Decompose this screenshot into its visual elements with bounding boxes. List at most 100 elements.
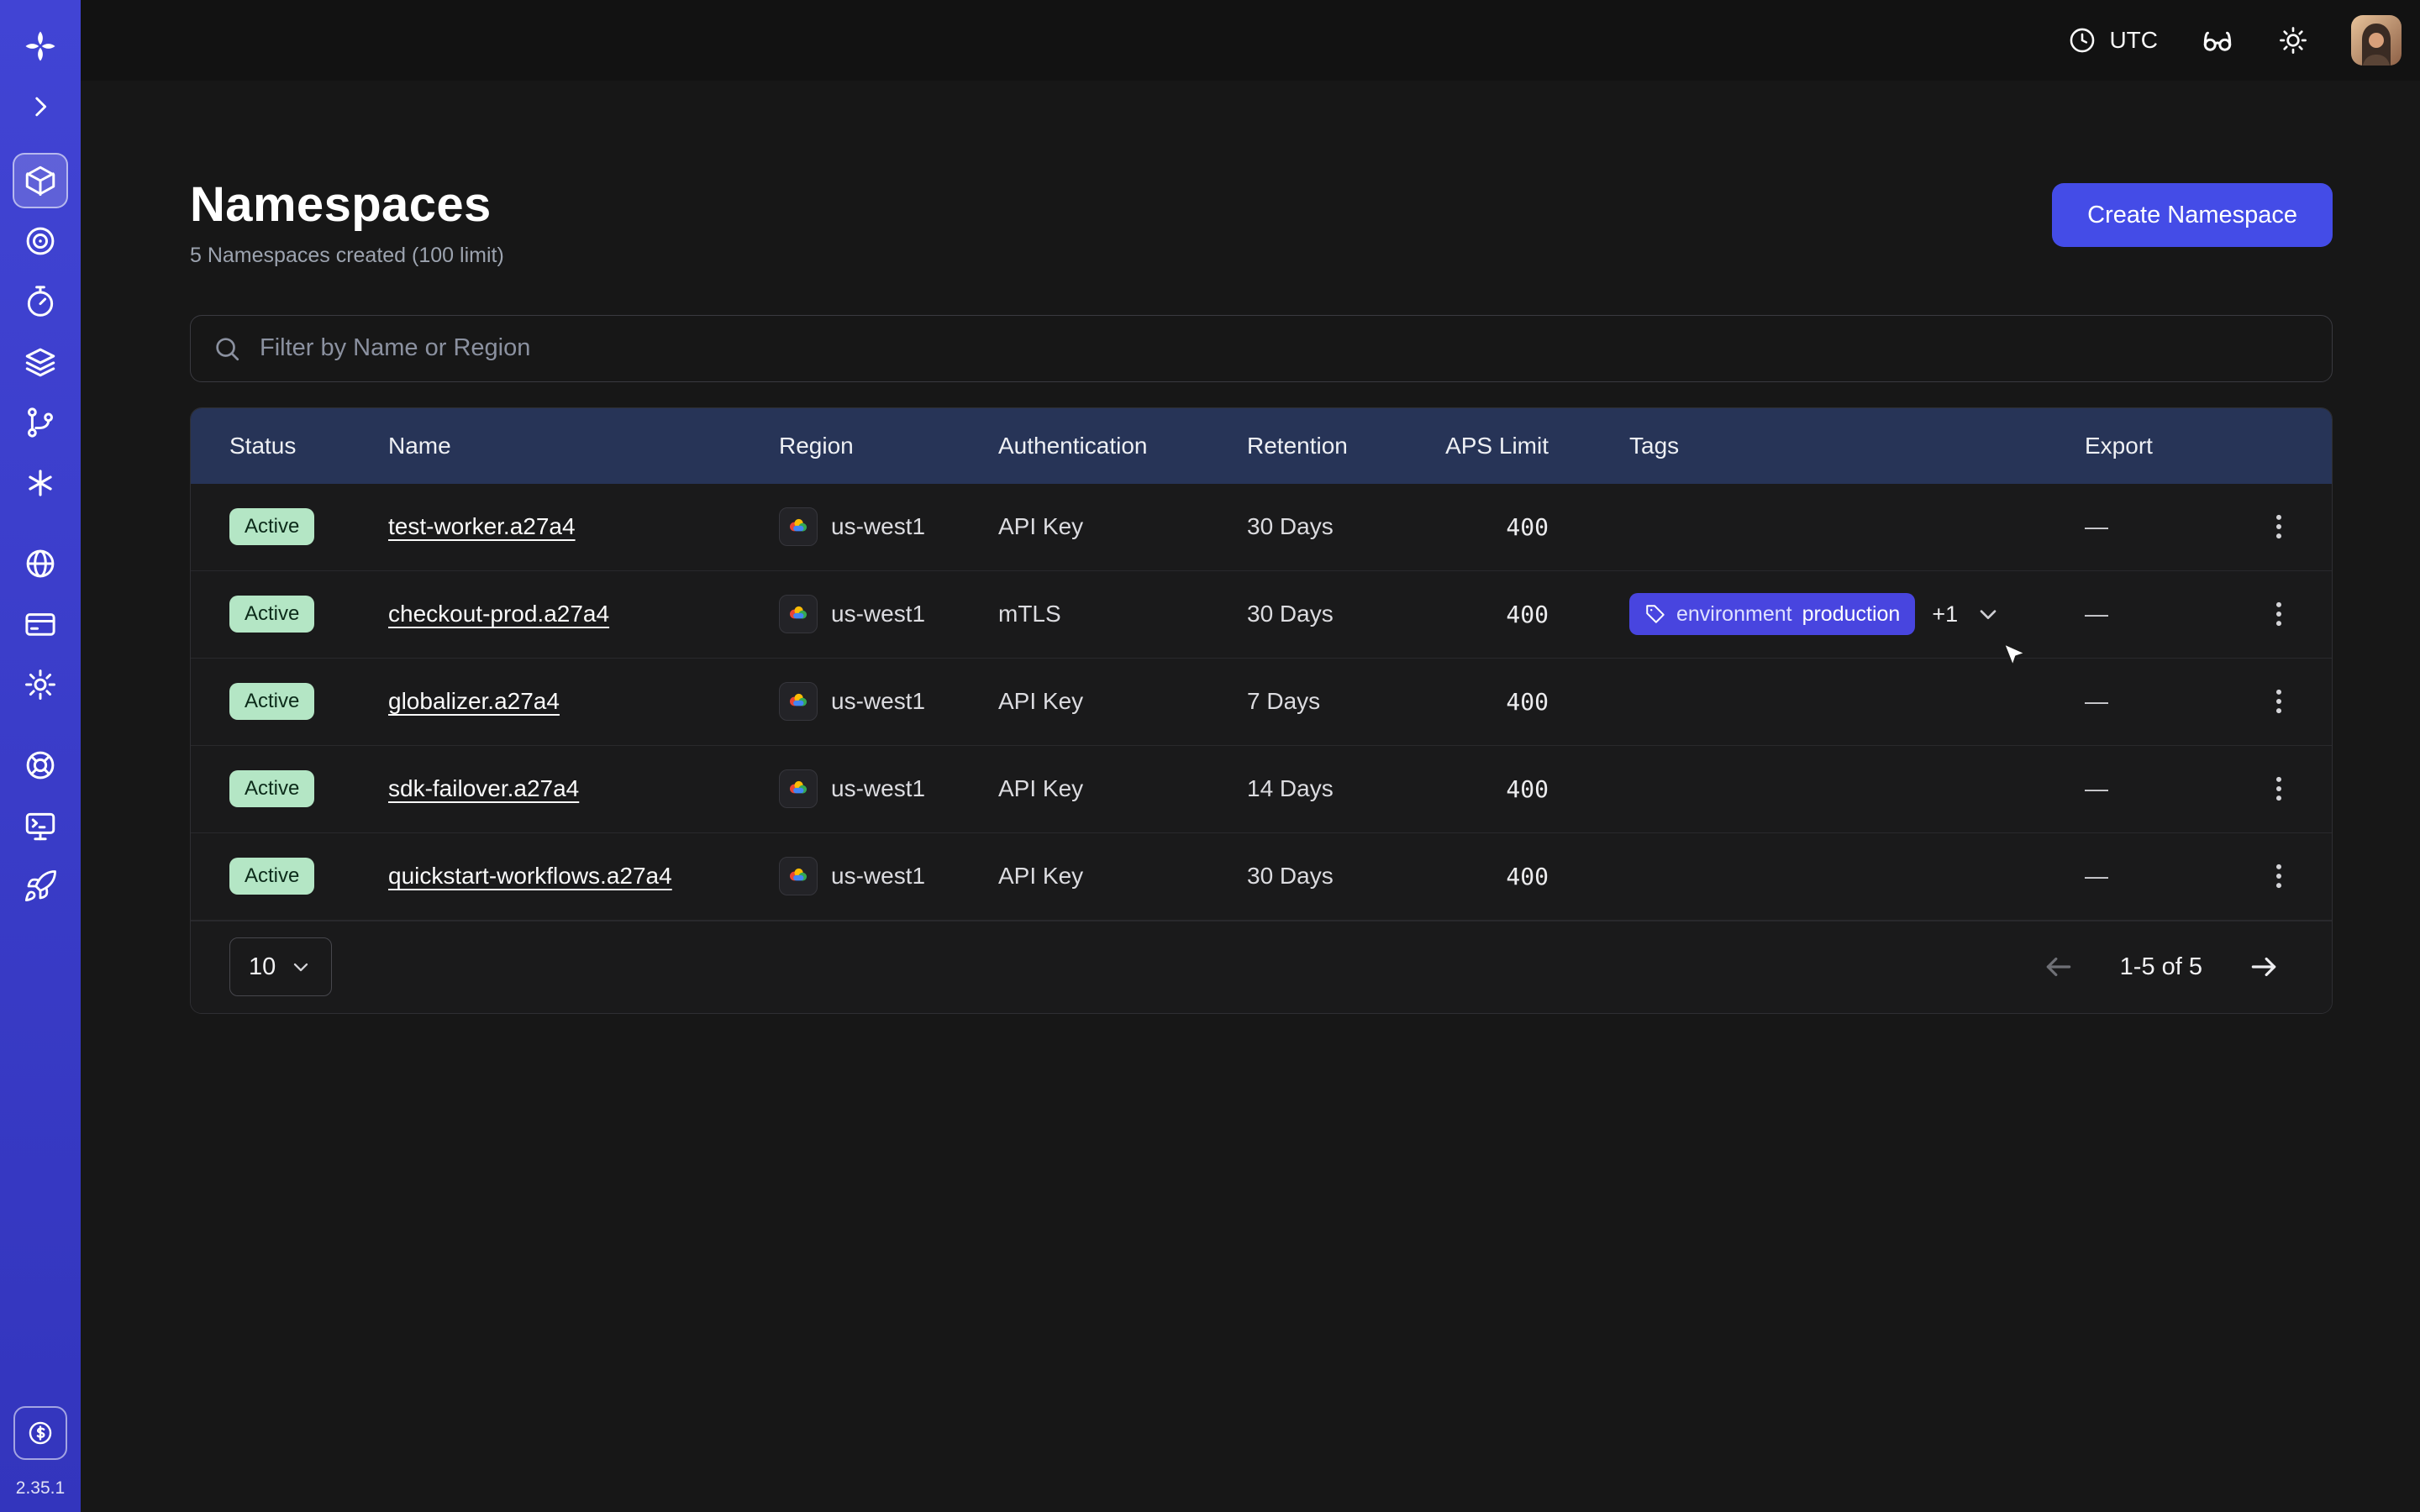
filter-search (190, 315, 2333, 382)
aps-value: 400 (1443, 775, 1629, 803)
kebab-icon (2263, 685, 2295, 717)
asterisk-icon[interactable] (13, 455, 68, 511)
export-value: — (2085, 601, 2225, 627)
column-header-region: Region (779, 433, 998, 459)
gcp-icon (779, 507, 818, 546)
chevron-down-icon[interactable] (1975, 601, 2002, 627)
table-row: Active quickstart-workflows.a27a4 us-wes… (191, 833, 2332, 921)
table-row: Active sdk-failover.a27a4 us-west1 API K… (191, 746, 2332, 833)
layers-icon[interactable] (13, 334, 68, 390)
auth-label: API Key (998, 775, 1247, 802)
branch-icon[interactable] (13, 395, 68, 450)
timer-icon[interactable] (13, 274, 68, 329)
tag-chip[interactable]: environment production (1629, 593, 1915, 635)
page-size-select[interactable]: 10 (229, 937, 332, 996)
retention-label: 30 Days (1247, 601, 1443, 627)
aps-value: 400 (1443, 688, 1629, 716)
pagination-range: 1-5 of 5 (2120, 953, 2202, 981)
region-label: us-west1 (831, 601, 925, 627)
column-header-aps-limit: APS Limit (1443, 433, 1629, 459)
search-input[interactable] (258, 333, 2310, 363)
gcp-icon (779, 857, 818, 895)
region-label: us-west1 (831, 775, 925, 802)
gcp-icon (779, 682, 818, 721)
auth-label: mTLS (998, 601, 1247, 627)
namespace-link[interactable]: quickstart-workflows.a27a4 (388, 863, 672, 889)
export-value: — (2085, 775, 2225, 802)
sun-icon[interactable] (2277, 24, 2309, 56)
region-label: us-west1 (831, 513, 925, 540)
glasses-icon[interactable] (2200, 23, 2235, 58)
lifebuoy-icon[interactable] (13, 738, 68, 793)
aps-value: 400 (1443, 513, 1629, 541)
monitor-icon[interactable] (13, 798, 68, 853)
status-badge: Active (229, 770, 314, 807)
usage-meter-icon[interactable] (13, 1406, 67, 1460)
row-actions-button[interactable] (2254, 590, 2303, 638)
cube-icon[interactable] (13, 153, 68, 208)
timezone-selector[interactable]: UTC (2067, 25, 2158, 55)
retention-label: 30 Days (1247, 513, 1443, 540)
namespace-link[interactable]: globalizer.a27a4 (388, 688, 560, 714)
kebab-icon (2263, 598, 2295, 630)
page-size-value: 10 (249, 953, 276, 981)
logo-icon[interactable] (13, 18, 68, 74)
gear-icon[interactable] (13, 657, 68, 712)
table-row: Active globalizer.a27a4 us-west1 API Key… (191, 659, 2332, 746)
prev-page-button[interactable] (2043, 951, 2075, 983)
gcp-icon (779, 595, 818, 633)
search-icon (213, 334, 241, 363)
export-value: — (2085, 863, 2225, 890)
rocket-icon[interactable] (13, 858, 68, 914)
main-content: Namespaces 5 Namespaces created (100 lim… (81, 81, 2420, 1512)
tag-value: production (1802, 602, 1901, 627)
target-icon[interactable] (13, 213, 68, 269)
main-column: UTC (81, 0, 2420, 1512)
table-row: Active checkout-prod.a27a4 us-west1 mTLS… (191, 571, 2332, 659)
app-window: 2.35.1 UTC (0, 0, 2420, 1512)
namespace-link[interactable]: checkout-prod.a27a4 (388, 601, 609, 627)
namespace-link[interactable]: sdk-failover.a27a4 (388, 775, 579, 801)
status-badge: Active (229, 596, 314, 633)
clock-icon (2067, 25, 2097, 55)
app-version: 2.35.1 (0, 1478, 81, 1499)
table-footer: 10 1-5 of 5 (191, 921, 2332, 1013)
row-actions-button[interactable] (2254, 502, 2303, 551)
export-value: — (2085, 513, 2225, 540)
expand-chevron-icon[interactable] (13, 79, 68, 134)
region-label: us-west1 (831, 688, 925, 715)
arrow-left-icon (2043, 951, 2075, 983)
timezone-label: UTC (2109, 27, 2158, 54)
status-badge: Active (229, 508, 314, 545)
topbar: UTC (81, 0, 2420, 81)
tag-icon (1644, 603, 1666, 625)
globe-icon[interactable] (13, 536, 68, 591)
column-header-tags: Tags (1629, 433, 2085, 459)
auth-label: API Key (998, 688, 1247, 715)
column-header-status: Status (191, 433, 388, 459)
create-namespace-button[interactable]: Create Namespace (2052, 183, 2333, 247)
tags-more-count: +1 (1932, 601, 1958, 627)
aps-value: 400 (1443, 863, 1629, 890)
auth-label: API Key (998, 863, 1247, 890)
row-actions-button[interactable] (2254, 852, 2303, 900)
status-badge: Active (229, 858, 314, 895)
tag-key: environment (1676, 602, 1792, 627)
avatar[interactable] (2351, 15, 2402, 66)
kebab-icon (2263, 860, 2295, 892)
page-subtitle: 5 Namespaces created (100 limit) (190, 244, 504, 268)
table-header-row: Status Name Region Authentication Retent… (191, 408, 2332, 484)
pagination: 1-5 of 5 (2043, 951, 2280, 983)
kebab-icon (2263, 511, 2295, 543)
region-label: us-west1 (831, 863, 925, 890)
row-actions-button[interactable] (2254, 764, 2303, 813)
namespace-link[interactable]: test-worker.a27a4 (388, 513, 576, 539)
next-page-button[interactable] (2248, 951, 2280, 983)
row-actions-button[interactable] (2254, 677, 2303, 726)
retention-label: 7 Days (1247, 688, 1443, 715)
gcp-icon (779, 769, 818, 808)
page-header: Namespaces 5 Namespaces created (100 lim… (190, 81, 2333, 268)
credit-card-icon[interactable] (13, 596, 68, 652)
retention-label: 14 Days (1247, 775, 1443, 802)
page-title: Namespaces (190, 178, 504, 232)
